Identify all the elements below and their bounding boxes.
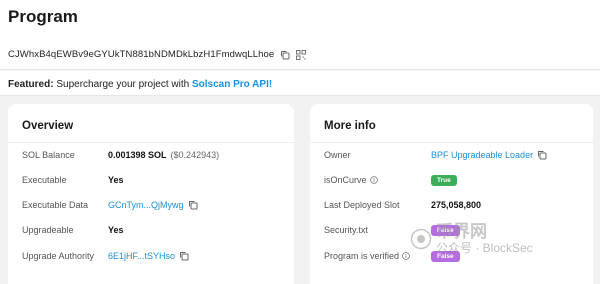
page-title: Program [8,7,78,26]
sol-balance-label: SOL Balance [22,150,75,160]
executable-data-row: Executable Data GCnTym...QjMywg [22,198,286,212]
executable-value: Yes [108,175,124,185]
copy-icon[interactable] [537,150,547,160]
owner-value: BPF Upgradeable Loader [431,150,547,160]
upgrade-authority-link[interactable]: 6E1jHF...tSYHso [108,251,175,261]
program-verified-label-text: Program is verified [324,251,400,261]
more-info-card: More info Owner BPF Upgradeable Loader i… [310,104,593,284]
program-verified-value: False [431,250,460,262]
last-deployed-slot-value: 275,058,800 [431,200,482,210]
featured-message: Supercharge your project with [53,79,192,90]
owner-link[interactable]: BPF Upgradeable Loader [431,150,533,160]
upgradeable-value: Yes [108,225,124,235]
overview-card: Overview SOL Balance 0.001398 SOL ($0.24… [8,104,294,284]
owner-label: Owner [324,150,351,160]
executable-data-value: GCnTym...QjMywg [108,200,198,210]
program-address[interactable]: CJWhxB4qEWBv9eGYUkTN881bNDMDkLbzH1FmdwqL… [8,49,274,60]
security-txt-label: Security.txt [324,225,368,235]
page-header: Program CJWhxB4qEWBv9eGYUkTN881bNDMDkLbz… [0,0,600,70]
featured-prefix: Featured: [8,79,54,90]
upgradeable-label: Upgradeable [22,225,74,235]
status-badge: False [431,224,460,236]
more-info-divider [310,142,593,143]
upgrade-authority-row: Upgrade Authority 6E1jHF...tSYHso [22,249,286,263]
featured-text: Featured: Supercharge your project with … [8,79,272,90]
is-on-curve-label: isOnCurve [324,175,431,185]
executable-row: Executable Yes [22,173,286,187]
sol-balance-amount: 0.001398 SOL [108,150,167,160]
upgrade-authority-label: Upgrade Authority [22,251,95,261]
copy-icon[interactable] [188,200,198,210]
security-txt-row: Security.txt False [324,223,585,237]
qr-code-icon[interactable] [296,49,307,60]
overview-divider [8,142,294,143]
featured-banner: Featured: Supercharge your project with … [0,71,600,96]
program-verified-row: Program is verified False [324,249,585,263]
is-on-curve-value: True [431,174,457,186]
overview-title: Overview [22,120,74,132]
owner-row: Owner BPF Upgradeable Loader [324,148,585,162]
copy-icon[interactable] [179,251,189,261]
upgradeable-row: Upgradeable Yes [22,223,286,237]
copy-icon[interactable] [280,50,290,60]
security-txt-value: False [431,224,460,236]
executable-label: Executable [22,175,67,185]
solscan-pro-api-link[interactable]: Solscan Pro API! [192,79,272,90]
more-info-title: More info [324,120,376,132]
last-deployed-slot-label: Last Deployed Slot [324,200,400,210]
sol-balance-usd: ($0.242943) [170,150,220,160]
program-verified-label: Program is verified [324,251,431,261]
info-icon[interactable] [369,176,378,184]
status-badge: True [431,174,457,186]
sol-balance-value: 0.001398 SOL ($0.242943) [108,150,219,160]
status-badge: False [431,250,460,262]
executable-data-label: Executable Data [22,200,89,210]
is-on-curve-label-text: isOnCurve [324,175,367,185]
upgrade-authority-value: 6E1jHF...tSYHso [108,251,189,261]
sol-balance-row: SOL Balance 0.001398 SOL ($0.242943) [22,148,286,162]
executable-data-link[interactable]: GCnTym...QjMywg [108,200,184,210]
address-row: CJWhxB4qEWBv9eGYUkTN881bNDMDkLbzH1FmdwqL… [8,49,307,60]
is-on-curve-row: isOnCurve True [324,173,585,187]
last-deployed-slot-row: Last Deployed Slot 275,058,800 [324,198,585,212]
info-icon[interactable] [402,252,410,260]
